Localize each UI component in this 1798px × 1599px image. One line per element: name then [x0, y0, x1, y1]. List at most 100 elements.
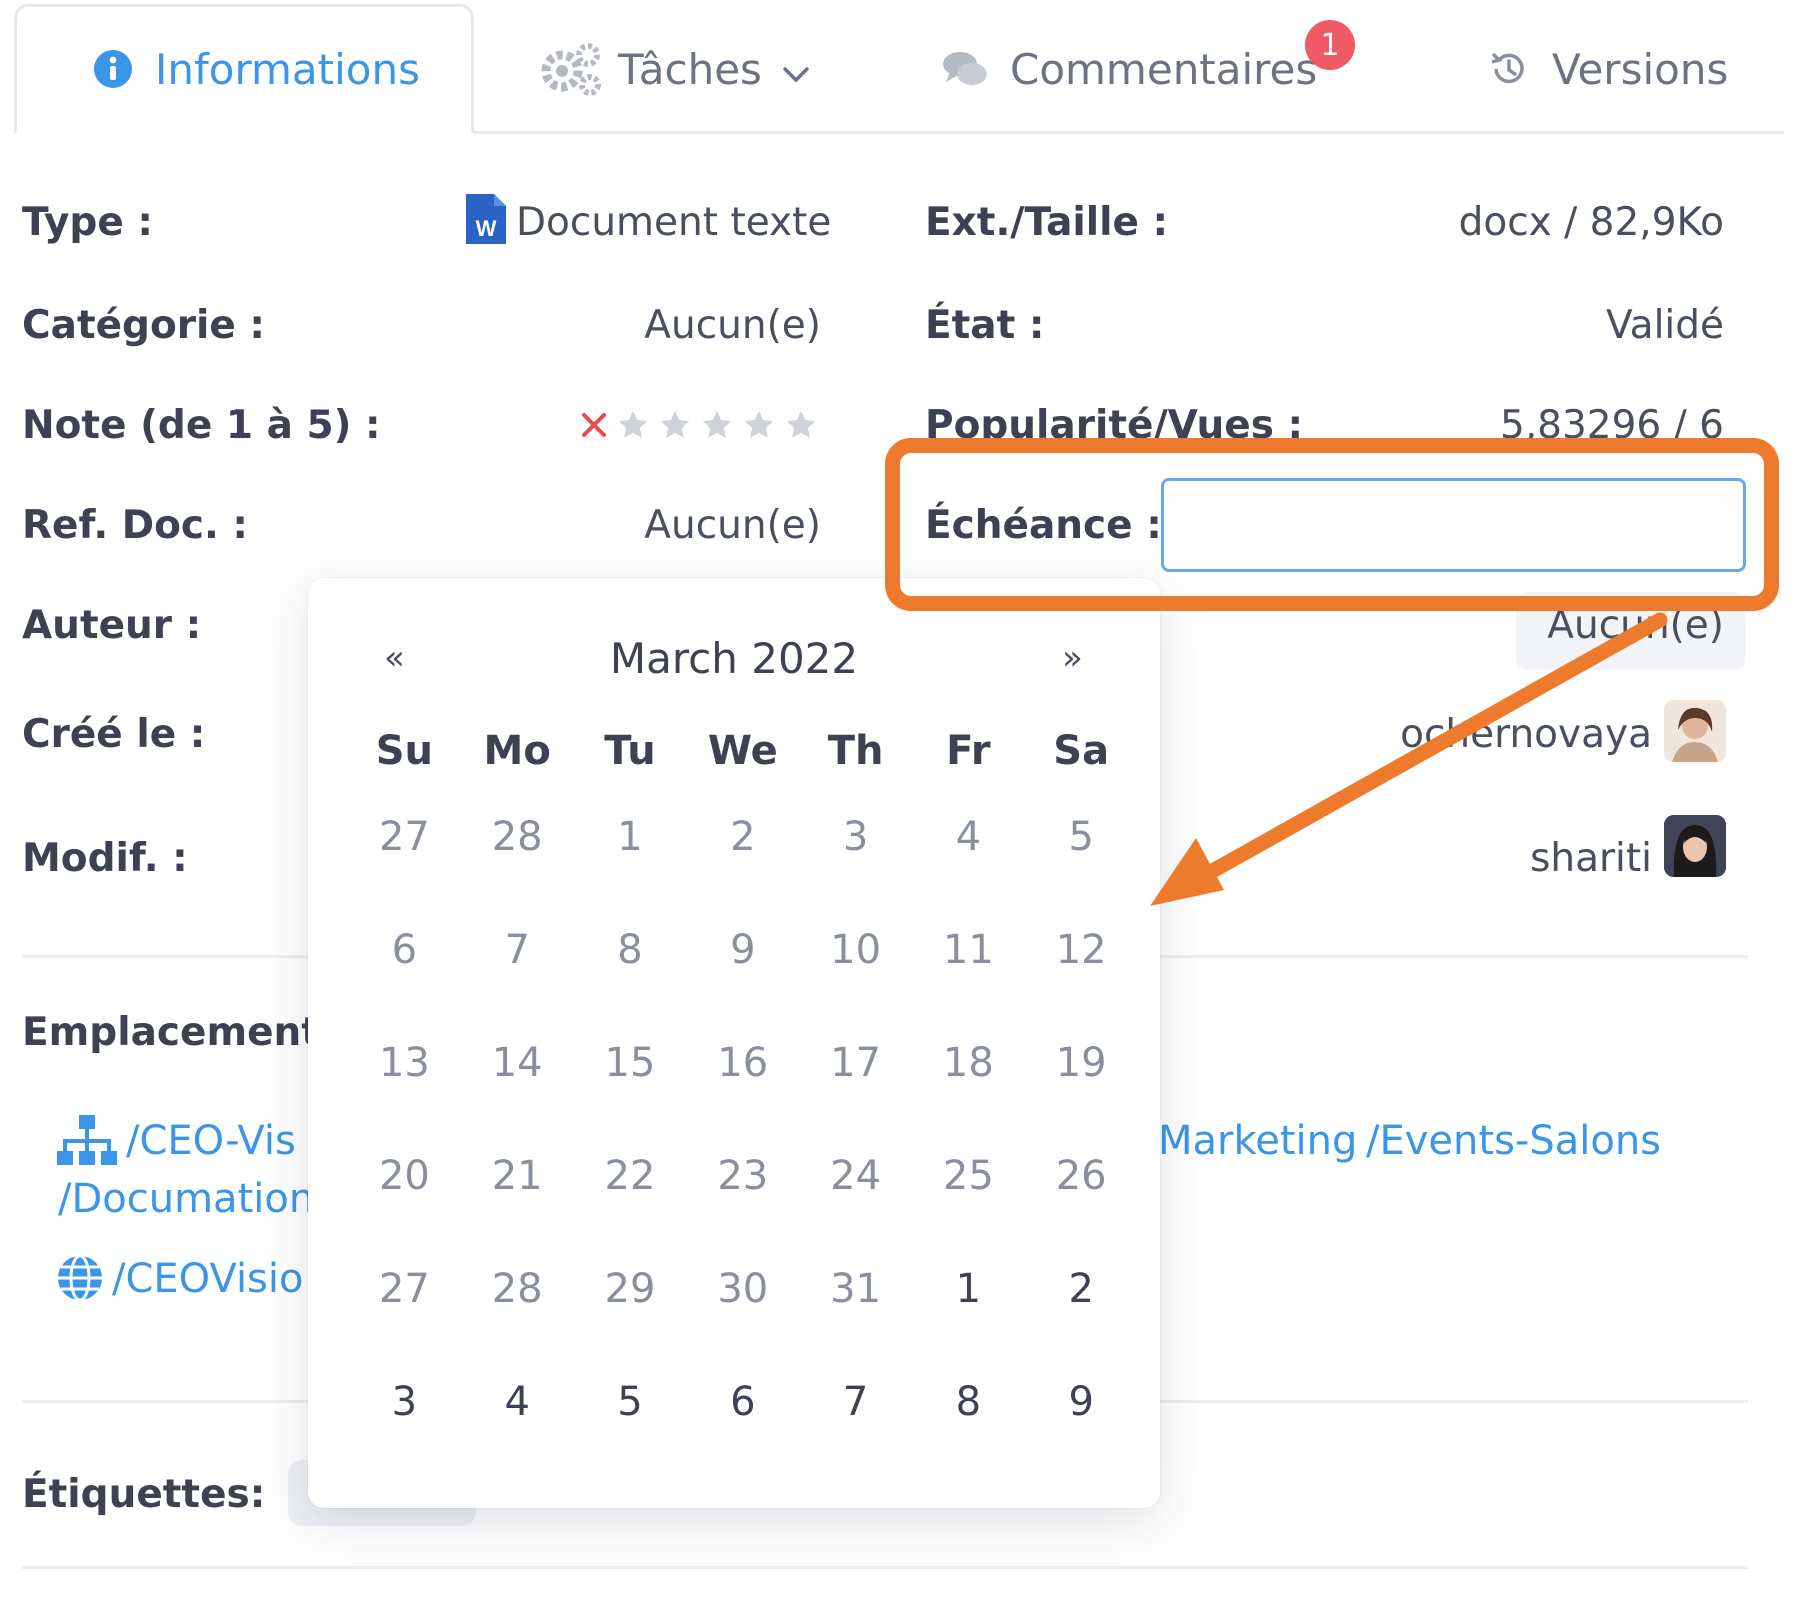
ext-size-value: docx / 82,9Ko: [1458, 200, 1724, 245]
datepicker-day[interactable]: 31: [799, 1266, 912, 1312]
emplacement-link[interactable]: /Events-Salons: [1366, 1118, 1661, 1164]
avatar[interactable]: [1664, 700, 1726, 762]
section-divider: [22, 1566, 1748, 1569]
datepicker-day[interactable]: 2: [686, 814, 799, 860]
datepicker-day[interactable]: 30: [686, 1266, 799, 1312]
datepicker-day[interactable]: 4: [912, 814, 1025, 860]
tab-versions-label: Versions: [1552, 44, 1729, 94]
sitemap-icon: [55, 1113, 119, 1173]
datepicker-grid: Su Mo Tu We Th Fr Sa 27 28 1 2 3 4 5 6 7 8 9 10 11 12 13 14 15 1…: [348, 728, 1138, 1492]
datepicker-week-row: 13 14 15 16 17 18 19: [348, 1040, 1138, 1153]
datepicker-week-row: 6 7 8 9 10 11 12: [348, 927, 1138, 1040]
datepicker-week-row: 20 21 22 23 24 25 26: [348, 1153, 1138, 1266]
tab-versions[interactable]: Versions: [1488, 4, 1728, 134]
datepicker-day[interactable]: 21: [461, 1153, 574, 1199]
datepicker-day[interactable]: 16: [686, 1040, 799, 1086]
highlight-box: [885, 438, 1779, 611]
datepicker-day[interactable]: 9: [1025, 1379, 1138, 1425]
datepicker-weekday-header: Su Mo Tu We Th Fr Sa: [348, 728, 1138, 814]
comments-icon: [942, 50, 988, 88]
etat-label: État :: [925, 303, 1045, 348]
tab-taches[interactable]: Tâches: [540, 4, 810, 134]
ref-doc-value: Aucun(e): [644, 503, 821, 548]
categorie-label: Catégorie :: [22, 303, 265, 348]
datepicker-popup: « March 2022 » Su Mo Tu We Th Fr Sa 27 28 1 2 3 4 5 6 7…: [308, 578, 1160, 1508]
modif-label: Modif. :: [22, 836, 188, 881]
datepicker-day[interactable]: 24: [799, 1153, 912, 1199]
etat-value: Validé: [1606, 303, 1724, 348]
datepicker-day[interactable]: 11: [912, 927, 1025, 973]
ext-size-label: Ext./Taille :: [925, 200, 1169, 245]
emplacement-link[interactable]: /CEOVisio: [112, 1256, 303, 1302]
datepicker-day[interactable]: 27: [348, 814, 461, 860]
comments-count-badge: 1: [1305, 20, 1355, 70]
tab-informations[interactable]: Informations: [14, 4, 474, 134]
datepicker-next-button[interactable]: »: [1062, 638, 1083, 678]
rating-stars: [580, 408, 818, 446]
datepicker-day[interactable]: 17: [799, 1040, 912, 1086]
emplacements-label: Emplacements: [22, 1010, 344, 1055]
datepicker-day[interactable]: 14: [461, 1040, 574, 1086]
emplacement-link[interactable]: /CEO-Vis: [126, 1118, 296, 1164]
datepicker-day[interactable]: 27: [348, 1266, 461, 1312]
star-icon[interactable]: [784, 408, 818, 446]
datepicker-day[interactable]: 2: [1025, 1266, 1138, 1312]
datepicker-day[interactable]: 25: [912, 1153, 1025, 1199]
datepicker-day[interactable]: 12: [1025, 927, 1138, 973]
datepicker-day[interactable]: 29: [574, 1266, 687, 1312]
datepicker-day[interactable]: 20: [348, 1153, 461, 1199]
ref-doc-label: Ref. Doc. :: [22, 503, 248, 548]
star-icon[interactable]: [658, 408, 692, 446]
datepicker-day[interactable]: 23: [686, 1153, 799, 1199]
datepicker-day[interactable]: 28: [461, 1266, 574, 1312]
modif-user-name[interactable]: shariti: [1530, 836, 1652, 881]
info-circle-icon: [93, 49, 133, 89]
weekday-label: Mo: [483, 728, 551, 774]
datepicker-day[interactable]: 3: [799, 814, 912, 860]
datepicker-day[interactable]: 13: [348, 1040, 461, 1086]
weekday-label: Tu: [604, 728, 656, 774]
datepicker-day[interactable]: 22: [574, 1153, 687, 1199]
datepicker-day[interactable]: 1: [574, 814, 687, 860]
clear-rating-icon[interactable]: [580, 411, 608, 443]
datepicker-day[interactable]: 19: [1025, 1040, 1138, 1086]
datepicker-day[interactable]: 6: [686, 1379, 799, 1425]
cree-user-name[interactable]: ochernovaya: [1400, 712, 1652, 757]
datepicker-day[interactable]: 28: [461, 814, 574, 860]
datepicker-day[interactable]: 7: [799, 1379, 912, 1425]
datepicker-day[interactable]: 3: [348, 1379, 461, 1425]
etiquettes-label: Étiquettes:: [22, 1472, 266, 1517]
datepicker-day[interactable]: 8: [574, 927, 687, 973]
star-icon[interactable]: [742, 408, 776, 446]
weekday-label: We: [707, 728, 778, 774]
tab-commentaires[interactable]: Commentaires: [942, 4, 1317, 134]
datepicker-day[interactable]: 26: [1025, 1153, 1138, 1199]
auteur-label: Auteur :: [22, 603, 202, 648]
datepicker-day[interactable]: 7: [461, 927, 574, 973]
globe-icon: [55, 1253, 105, 1307]
cree-le-label: Créé le :: [22, 712, 206, 757]
datepicker-day[interactable]: 9: [686, 927, 799, 973]
datepicker-day[interactable]: 4: [461, 1379, 574, 1425]
datepicker-day[interactable]: 5: [574, 1379, 687, 1425]
datepicker-day[interactable]: 15: [574, 1040, 687, 1086]
datepicker-day[interactable]: 6: [348, 927, 461, 973]
datepicker-day[interactable]: 8: [912, 1379, 1025, 1425]
star-icon[interactable]: [700, 408, 734, 446]
note-label: Note (de 1 à 5) :: [22, 403, 381, 448]
chevron-down-icon: [782, 45, 810, 94]
emplacement-link[interactable]: Marketing: [1158, 1118, 1357, 1164]
datepicker-day[interactable]: 1: [912, 1266, 1025, 1312]
emplacement-link[interactable]: /Documation: [58, 1176, 314, 1222]
datepicker-day[interactable]: 18: [912, 1040, 1025, 1086]
datepicker-day[interactable]: 5: [1025, 814, 1138, 860]
datepicker-month-title[interactable]: March 2022: [308, 634, 1160, 683]
avatar[interactable]: [1664, 815, 1726, 877]
datepicker-week-row: 27 28 29 30 31 1 2: [348, 1266, 1138, 1379]
weekday-label: Th: [827, 728, 884, 774]
type-label: Type :: [22, 200, 153, 245]
datepicker-day[interactable]: 10: [799, 927, 912, 973]
history-icon: [1488, 48, 1530, 90]
tab-taches-label: Tâches: [618, 44, 762, 94]
star-icon[interactable]: [616, 408, 650, 446]
